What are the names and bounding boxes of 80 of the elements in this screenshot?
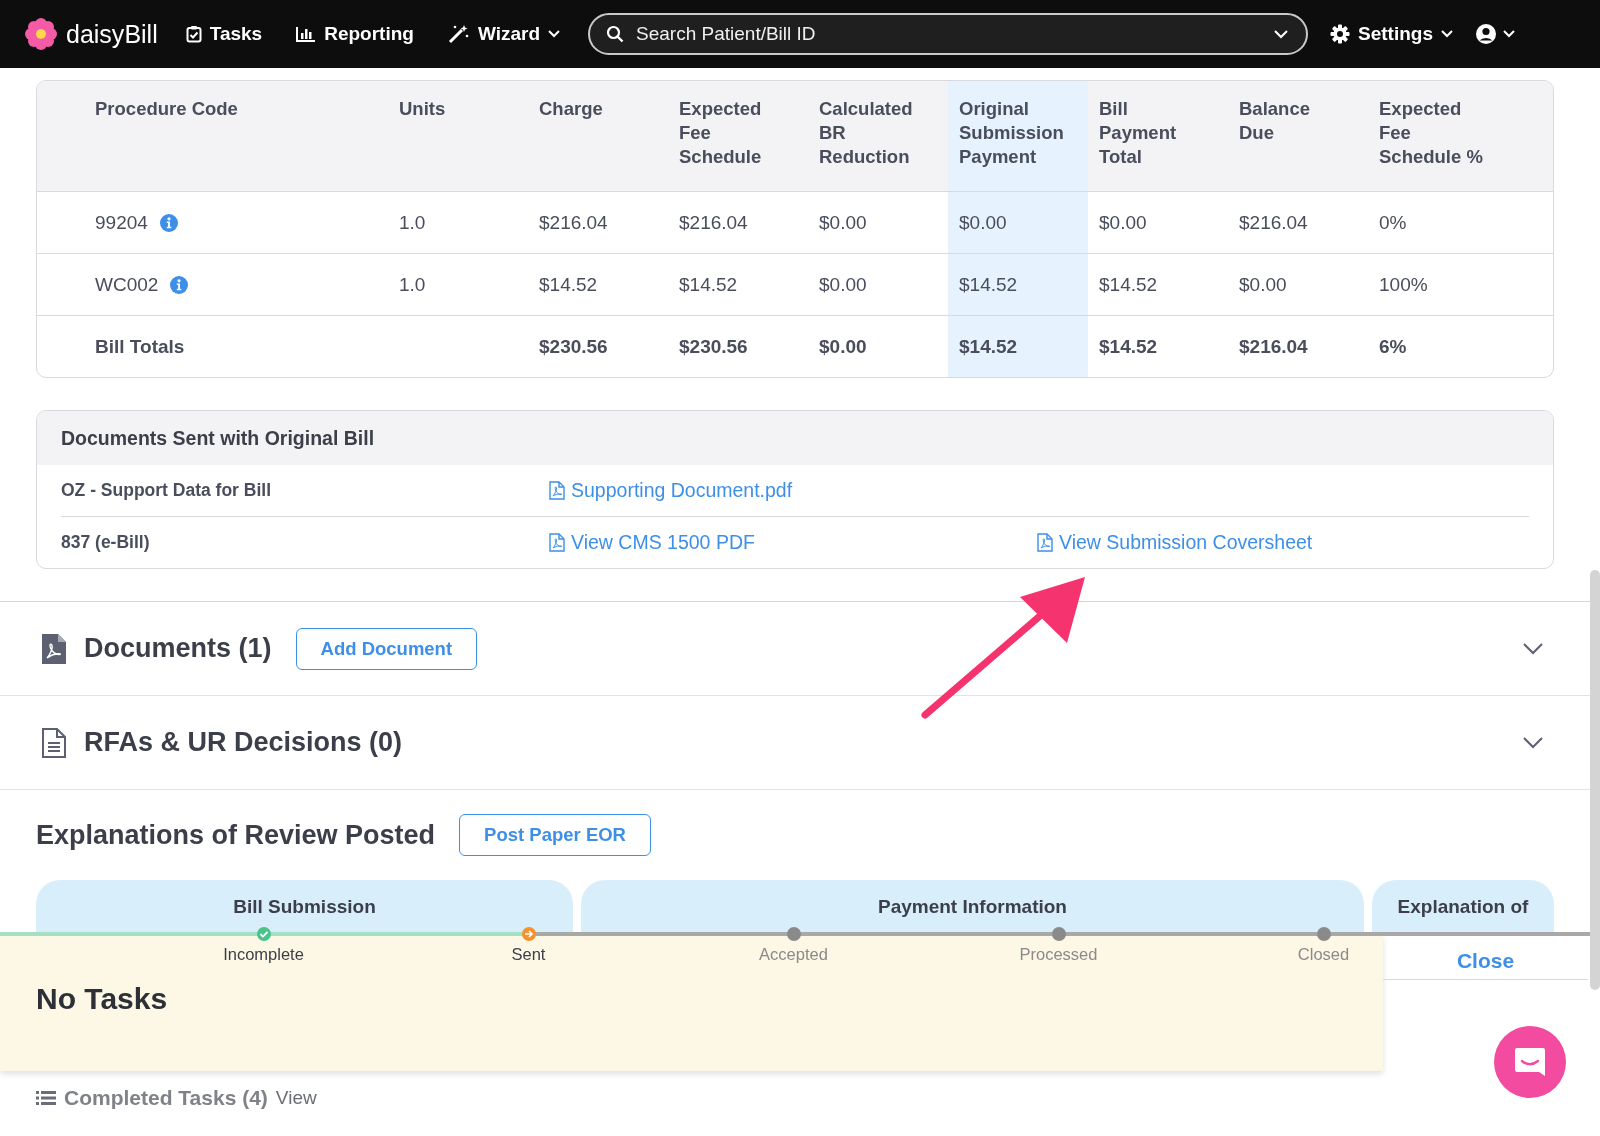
column-group-header: Explanation of: [1372, 880, 1554, 934]
section-title: Explanations of Review Posted: [36, 819, 436, 851]
step-label: Closed: [1297, 945, 1350, 964]
table-cell: $216.04: [539, 211, 608, 234]
column-group-header: Bill Submission: [36, 880, 573, 934]
magic-wand-icon: [447, 24, 470, 44]
table-cell: Bill Totals: [95, 335, 185, 358]
table-cell: $0.00: [819, 335, 867, 358]
clipboard-check-icon: [185, 25, 202, 43]
document-type: 837 (e-Bill): [61, 532, 151, 553]
table-cell: 99204: [95, 211, 148, 234]
gear-icon: [1330, 24, 1351, 44]
pdf-file-icon: [549, 481, 565, 500]
search-icon: [606, 25, 625, 43]
column-header: Original Submission Payment: [948, 81, 1088, 191]
nav-link[interactable]: Reporting: [296, 23, 414, 45]
column-header: Expected Fee Schedule %: [1378, 97, 1484, 169]
document-icon: [42, 727, 66, 758]
chevron-icon[interactable]: [1522, 736, 1544, 749]
table-cell: $14.52: [959, 273, 1018, 296]
column-header: Calculated BR Reduction: [818, 97, 914, 169]
table-cell: $216.04: [1239, 335, 1308, 358]
step-label: Accepted: [759, 945, 828, 964]
chevron-icon[interactable]: [1522, 642, 1544, 655]
table-cell: $14.52: [539, 273, 598, 296]
flower-logo-icon: [24, 17, 58, 51]
document-type: OZ - Support Data for Bill: [61, 480, 272, 501]
table-cell: 0%: [1379, 211, 1407, 234]
column-group-header: Payment Information: [581, 880, 1364, 934]
chat-icon: [1513, 1046, 1547, 1078]
table-cell: 1.0: [399, 273, 426, 296]
list-icon: [36, 1091, 56, 1105]
nav-link[interactable]: Wizard: [447, 23, 561, 45]
info-icon[interactable]: [159, 213, 178, 232]
table-cell: $14.52: [959, 335, 1018, 358]
pdf-file-icon: [549, 533, 565, 552]
table-cell: $216.04: [1239, 211, 1308, 234]
section-title[interactable]: Documents (1): [84, 633, 272, 664]
table-cell: $0.00: [1239, 273, 1287, 296]
column-header: Expected Fee Schedule: [678, 97, 763, 169]
table-cell: $216.04: [679, 211, 748, 234]
caret-icon: [1441, 30, 1453, 38]
column-header: Procedure Code: [94, 97, 239, 121]
table-cell: 100%: [1379, 273, 1428, 296]
table-cell: $230.56: [539, 335, 608, 358]
scrollbar-thumb[interactable]: [1590, 570, 1600, 990]
step-label: Sent: [511, 945, 546, 964]
table-cell: WC002: [95, 273, 159, 296]
step-label: Incomplete: [223, 945, 304, 964]
table-cell: 1.0: [399, 211, 426, 234]
pdf-file-icon: [42, 633, 66, 664]
step-label: Processed: [1019, 945, 1098, 964]
view-link[interactable]: View: [275, 1087, 317, 1109]
table-cell: $14.52: [1099, 273, 1158, 296]
table-cell: $0.00: [819, 273, 867, 296]
info-icon[interactable]: [170, 275, 189, 294]
panel-title: No Tasks: [36, 982, 168, 1015]
nav-link[interactable]: Tasks: [185, 23, 263, 45]
settings-menu[interactable]: Settings: [1330, 23, 1453, 45]
caret-icon[interactable]: [1274, 30, 1289, 39]
table-cell: $14.52: [1099, 335, 1158, 358]
table-cell: $0.00: [1099, 211, 1147, 234]
section-title[interactable]: RFAs & UR Decisions (0): [84, 727, 403, 758]
column-header: Balance Due: [1238, 97, 1311, 145]
completed-tasks-label: Completed Tasks (4): [64, 1086, 268, 1110]
logo-text[interactable]: daisyBill: [66, 19, 158, 49]
account-menu-icon[interactable]: [1475, 23, 1517, 45]
table-cell: $230.56: [679, 335, 748, 358]
table-cell: $0.00: [959, 211, 1007, 234]
column-header: Units: [398, 97, 447, 121]
column-header: Charge: [538, 97, 604, 121]
table-cell: 6%: [1379, 335, 1407, 358]
bar-chart-icon: [296, 26, 317, 42]
caret-icon: [548, 30, 561, 38]
column-header: Bill Payment Total: [1098, 97, 1178, 169]
card-title: Documents Sent with Original Bill: [61, 426, 375, 450]
table-cell: $14.52: [679, 273, 738, 296]
search-field[interactable]: Search Patient/Bill ID: [588, 13, 1309, 55]
table-cell: $0.00: [819, 211, 867, 234]
pdf-file-icon: [1037, 533, 1053, 552]
